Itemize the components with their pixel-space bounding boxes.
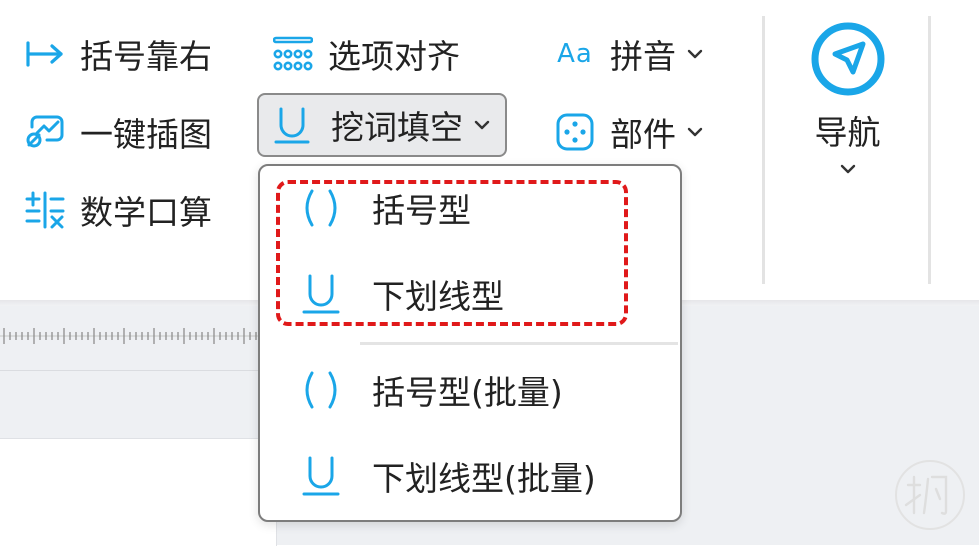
watermark-logo-icon (895, 460, 965, 530)
pinyin-label: 拼音 (610, 37, 676, 76)
navigation-arrow-icon (811, 22, 884, 96)
math-oral-label: 数学口算 (80, 193, 212, 232)
font-aa-icon: Aa (557, 39, 593, 69)
menu-separator (360, 342, 678, 345)
bracket-right-label: 括号靠右 (80, 37, 212, 76)
chevron-down-icon (840, 164, 855, 174)
ruler-baseline (0, 370, 260, 371)
chevron-down-icon (687, 127, 703, 137)
parentheses-icon (296, 368, 346, 412)
components-label: 部件 (610, 115, 676, 154)
image-chart-icon (24, 114, 66, 150)
document-page[interactable] (0, 438, 277, 546)
ruler (0, 328, 270, 344)
navigation-button[interactable]: 导航 (800, 20, 895, 178)
group-divider (762, 16, 765, 284)
menu-item-label: 下划线型(批量) (372, 459, 596, 498)
red-dashed-highlight (276, 180, 628, 326)
option-align-label: 选项对齐 (328, 37, 460, 76)
bracket-right-button[interactable]: 括号靠右 (24, 30, 212, 78)
option-align-button[interactable]: 选项对齐 (272, 30, 460, 78)
menu-item-underline-type-batch[interactable]: 下划线型(批量) (296, 452, 596, 500)
underline-icon (296, 454, 346, 498)
navigation-label: 导航 (814, 113, 881, 152)
group-divider (928, 16, 931, 284)
math-oral-button[interactable]: 数学口算 (24, 186, 212, 234)
pinyin-button[interactable]: Aa 拼音 (554, 30, 704, 78)
underline-icon (271, 107, 313, 144)
components-button[interactable]: 部件 (554, 108, 704, 156)
insert-image-label: 一键插图 (80, 115, 212, 154)
menu-item-bracket-type-batch[interactable]: 括号型(批量) (296, 366, 563, 414)
math-ops-icon (24, 191, 66, 229)
component-dots-icon (554, 113, 596, 151)
fill-blank-label: 挖词填空 (331, 108, 463, 147)
grid-dots-icon (272, 36, 314, 72)
chevron-down-icon (687, 49, 703, 59)
fill-blank-button[interactable]: 挖词填空 (257, 93, 507, 157)
menu-item-label: 括号型(批量) (372, 373, 563, 412)
arrow-right-bar-icon (24, 36, 66, 72)
insert-image-button[interactable]: 一键插图 (24, 108, 212, 156)
chevron-down-icon (474, 120, 490, 130)
